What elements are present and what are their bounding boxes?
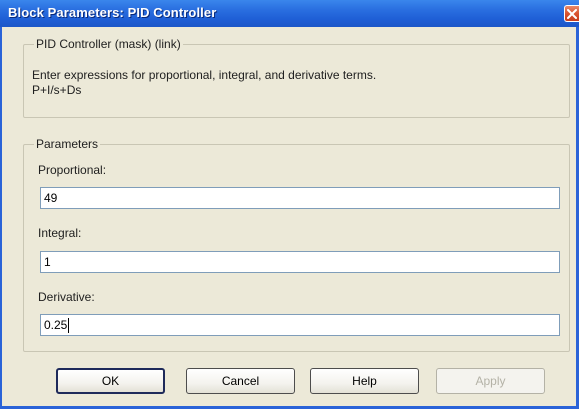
mask-group-legend: PID Controller (mask) (link) bbox=[34, 37, 183, 51]
mask-formula: P+I/s+Ds bbox=[32, 83, 82, 97]
apply-button[interactable]: Apply bbox=[436, 368, 545, 394]
parameters-group-legend: Parameters bbox=[34, 137, 101, 151]
close-button[interactable] bbox=[564, 5, 579, 22]
proportional-input[interactable] bbox=[40, 187, 560, 209]
close-icon bbox=[567, 9, 577, 19]
window-title: Block Parameters: PID Controller bbox=[8, 5, 217, 20]
cancel-button[interactable]: Cancel bbox=[186, 368, 295, 394]
integral-label: Integral: bbox=[38, 226, 82, 240]
title-bar[interactable]: Block Parameters: PID Controller bbox=[0, 0, 579, 27]
derivative-input[interactable] bbox=[40, 314, 560, 336]
help-button[interactable]: Help bbox=[310, 368, 419, 394]
proportional-label: Proportional: bbox=[38, 163, 107, 177]
dialog-window: Block Parameters: PID Controller PID Con… bbox=[0, 0, 579, 409]
text-cursor bbox=[68, 318, 69, 333]
derivative-label: Derivative: bbox=[38, 290, 95, 304]
mask-description: Enter expressions for proportional, inte… bbox=[32, 68, 377, 82]
integral-input[interactable] bbox=[40, 251, 560, 273]
ok-button[interactable]: OK bbox=[56, 368, 165, 394]
